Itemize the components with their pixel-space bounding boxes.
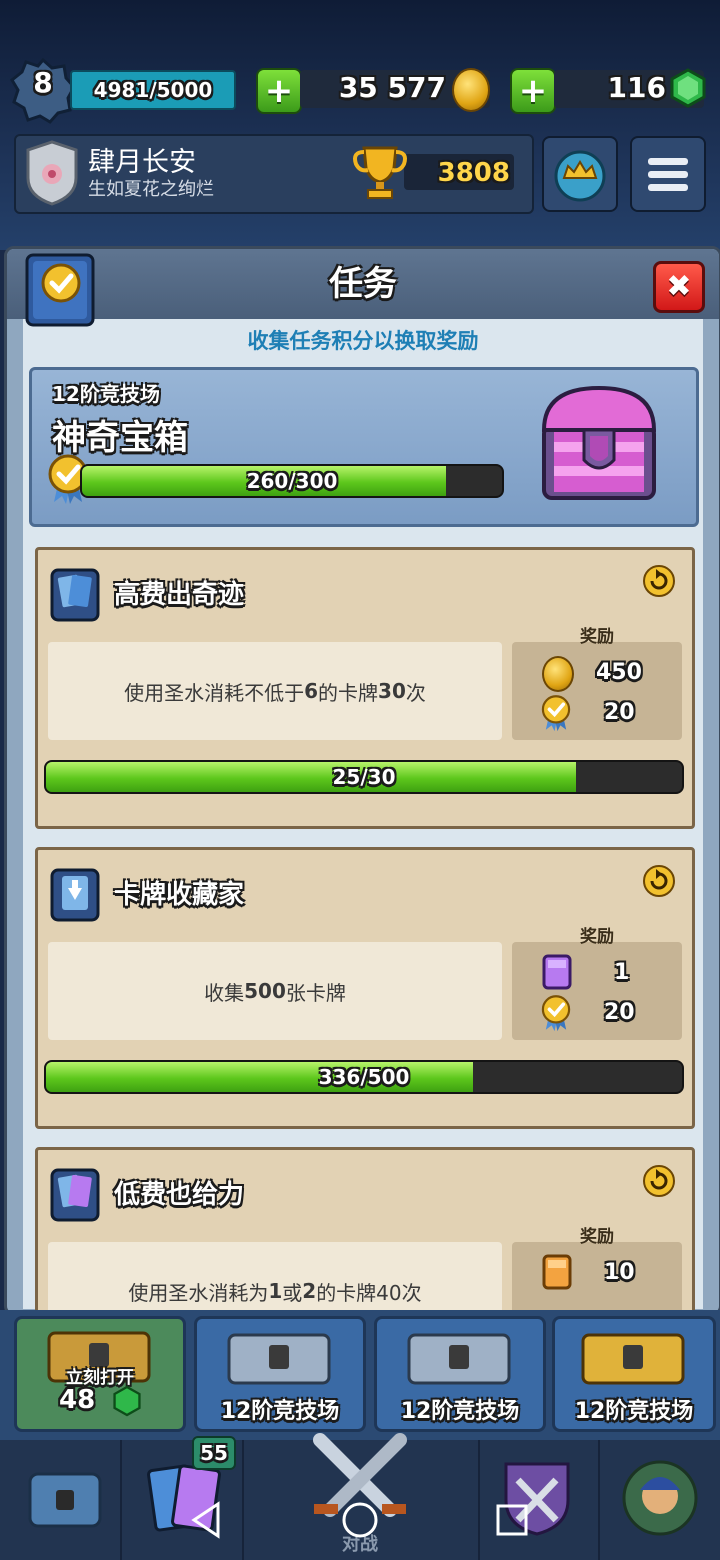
chest-progress-bar: 260/300 [80,464,504,498]
back-nav-icon [191,1501,220,1539]
globe-crown-icon [554,150,606,202]
refresh-icon[interactable] [642,864,676,898]
gold-chest-icon [581,1333,685,1385]
quest-title: 卡牌收藏家 [114,880,245,910]
clan-badge-icon [26,140,78,206]
reward-cards: 10 [604,1260,635,1285]
quest-medal-icon [541,995,571,1032]
chest-reward-panel[interactable]: 12阶竞技场 神奇宝箱 260/300 [29,367,699,527]
reward-points: 20 [604,700,635,725]
recents-nav-icon [496,1504,528,1536]
chest-slot[interactable]: 12阶竞技场 [374,1316,546,1432]
cards-stack-icon [50,568,100,622]
reward-box: 450 20 [512,642,682,740]
quest-title: 高费出奇迹 [114,580,245,610]
gold-coin-icon [452,68,490,112]
quest-card[interactable]: 低费也给力 使用圣水消耗为 1 或 2 的卡牌40次 10 奖励 [35,1147,695,1313]
chest-slot-label: 立刻打开 [66,1368,134,1388]
quest-progress-bar: 25/30 [44,760,684,794]
reward-box: 10 [512,1242,682,1313]
gold-amount: 35 577 [338,71,446,104]
add-gold-button[interactable]: + [256,68,302,114]
quest-card[interactable]: 高费出奇迹 使用圣水消耗不低于 6 的卡牌 30 次 450 20 奖励 25/… [35,547,695,829]
quest-title: 低费也给力 [114,1180,245,1210]
reward-label: 奖励 [580,927,614,947]
hamburger-icon [648,158,688,191]
chest-slot[interactable]: 立刻打开 48 [14,1316,186,1432]
gems-amount: 116 [607,71,666,104]
silver-chest-icon [407,1333,511,1385]
card-reward-icon [542,1254,572,1290]
quest-description: 收集 500 张卡牌 [48,942,502,1040]
quest-description: 使用圣水消耗为 1 或 2 的卡牌40次 [48,1242,502,1313]
modal-title: 任务 [329,264,397,304]
reward-label: 奖励 [580,1227,614,1247]
magical-chest-icon [541,385,657,500]
reward-gold: 450 [596,660,642,685]
cards-stack-icon [50,1168,100,1222]
player-motto: 生如夏花之绚烂 [88,179,214,200]
chest-arena: 12阶竞技场 [52,382,160,406]
silver-chest-icon [227,1333,331,1385]
quest-progress-text: 336/500 [318,1065,410,1089]
xp-text: 4981/5000 [93,78,213,102]
refresh-icon[interactable] [642,1164,676,1198]
chest-name: 神奇宝箱 [52,418,188,458]
menu-button[interactable] [630,136,706,212]
gold-coin-icon [542,656,574,692]
reward-box: 1 20 [512,942,682,1040]
social-button[interactable] [542,136,618,212]
card-reward-icon [542,954,572,990]
trophy-count: 3808 [437,158,510,188]
card-collector-icon [50,868,100,922]
quest-book-icon [25,253,95,327]
chest-slot-label: 12阶竞技场 [400,1399,520,1424]
chest-progress-text: 260/300 [246,469,338,493]
chest-slot-label: 12阶竞技场 [574,1399,694,1424]
gem-icon [113,1385,141,1417]
reward-label: 奖励 [580,627,614,647]
refresh-icon[interactable] [642,564,676,598]
chest-slot[interactable]: 12阶竞技场 [552,1316,716,1432]
add-gems-button[interactable]: + [510,68,556,114]
quest-description: 使用圣水消耗不低于 6 的卡牌 30 次 [48,642,502,740]
cards-badge-count: 55 [200,1441,228,1465]
xp-bar[interactable]: 4981/5000 [70,70,236,110]
quest-progress-text: 25/30 [332,765,396,789]
chest-slot[interactable]: 12阶竞技场 [194,1316,366,1432]
open-now-cost: 48 [59,1385,96,1415]
cards-badge: 55 [192,1436,236,1470]
chest-slot-label: 12阶竞技场 [220,1399,340,1424]
reward-points: 20 [604,1000,635,1025]
quest-medal-icon [541,695,571,732]
player-name: 肆月长安 [88,147,196,178]
quest-card[interactable]: 卡牌收藏家 收集 500 张卡牌 1 20 奖励 336/500 [35,847,695,1129]
quests-modal: 任务 ✖ 收集任务积分以换取奖励 12阶竞技场 神奇宝箱 260/300 高费出… [4,246,720,1316]
close-icon: ✖ [666,269,692,304]
gem-icon [670,68,706,108]
system-nav-bar [191,1501,528,1539]
quest-progress-bar: 336/500 [44,1060,684,1094]
close-button[interactable]: ✖ [653,261,705,313]
modal-subtitle: 收集任务积分以换取奖励 [247,329,479,353]
reward-cards: 1 [614,960,630,985]
home-nav-icon [342,1502,378,1538]
level-number: 8 [33,66,53,99]
modal-body: 收集任务积分以换取奖励 12阶竞技场 神奇宝箱 260/300 高费出奇迹 使用… [23,319,703,1313]
